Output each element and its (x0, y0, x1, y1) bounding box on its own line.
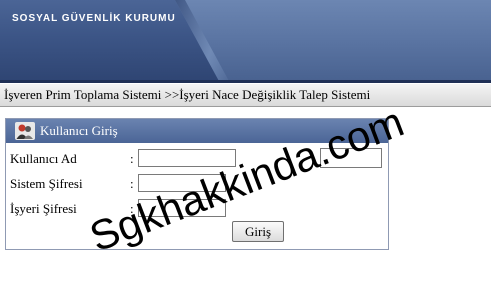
system-password-colon: : (130, 176, 134, 191)
user-icon (15, 122, 35, 140)
header-banner: SOSYAL GÜVENLİK KURUMU (0, 0, 491, 83)
system-password-label: Sistem Şifresi (10, 176, 83, 191)
workplace-password-label: İşyeri Şifresi (10, 201, 77, 216)
org-title: SOSYAL GÜVENLİK KURUMU (12, 13, 176, 24)
login-title: Kullanıcı Giriş (40, 123, 118, 138)
username-colon: : (130, 151, 134, 166)
breadcrumb-text: İşveren Prim Toplama Sistemi >>İşyeri Na… (4, 87, 371, 102)
username-label: Kullanıcı Ad (10, 151, 77, 166)
banner-border (0, 80, 491, 83)
login-button[interactable]: Giriş (232, 221, 284, 242)
